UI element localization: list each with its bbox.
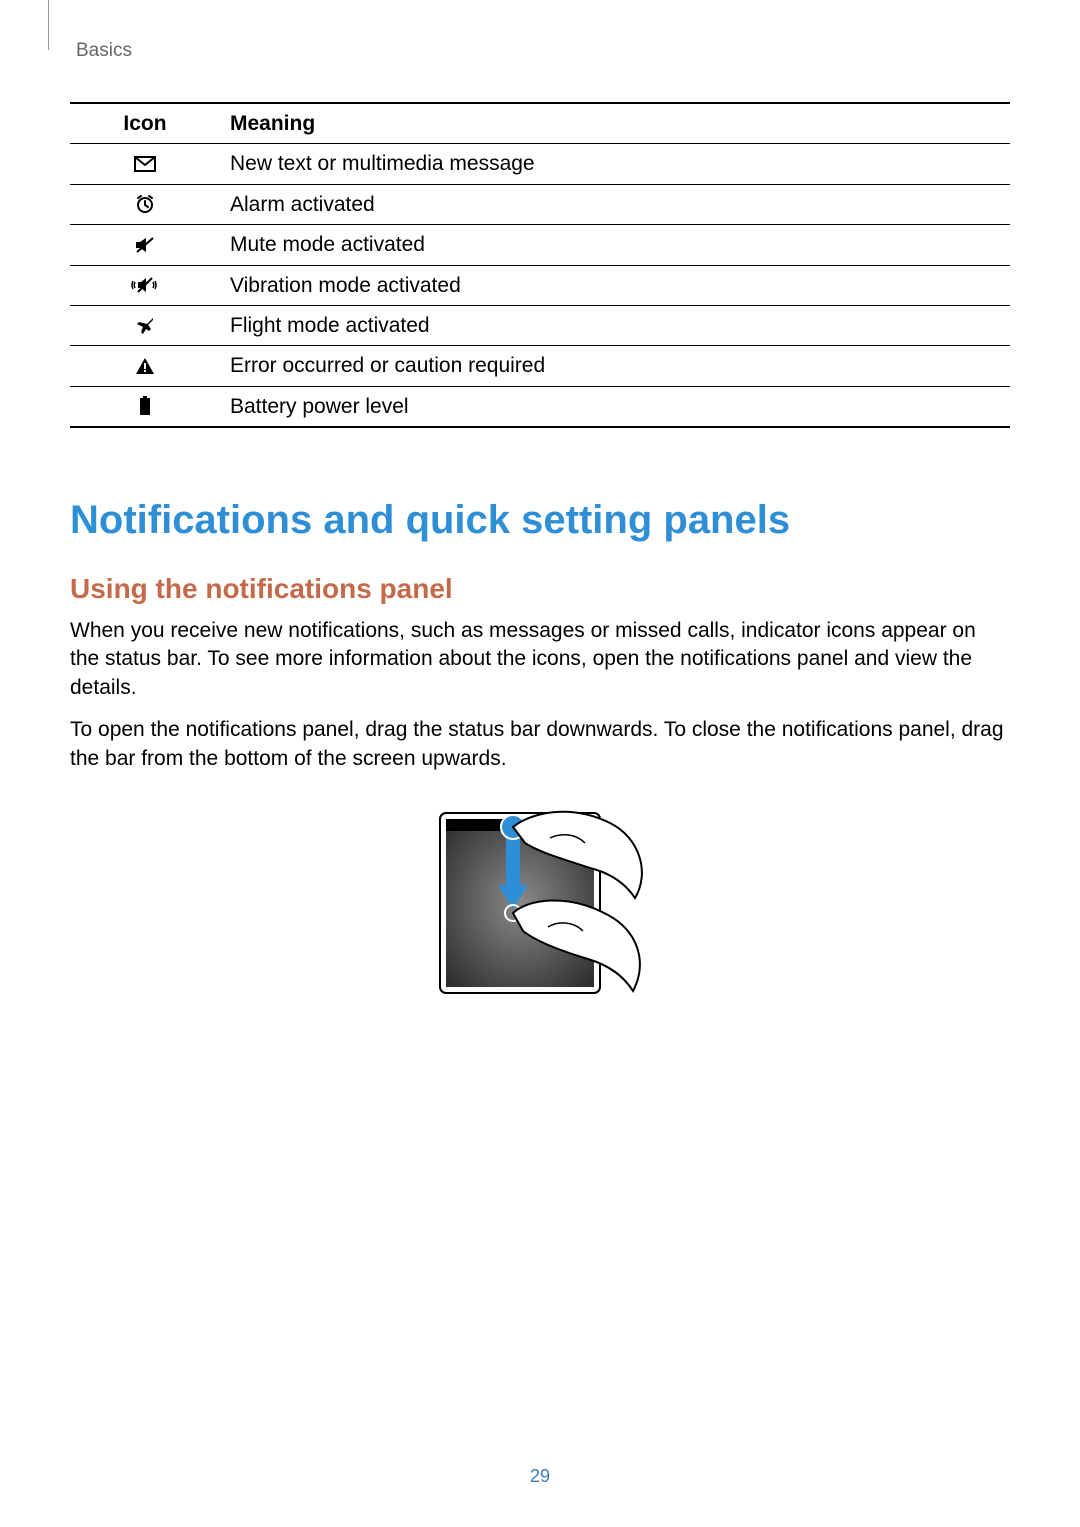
- meaning-cell: Battery power level: [220, 386, 1010, 427]
- page-number: 29: [0, 1466, 1080, 1487]
- page-top-mark: [48, 0, 49, 50]
- running-header: Basics: [76, 40, 1010, 62]
- meaning-cell: Flight mode activated: [220, 305, 1010, 345]
- meaning-cell: New text or multimedia message: [220, 144, 1010, 184]
- icon-meaning-table: Icon Meaning New text or multimedia mess…: [70, 102, 1010, 428]
- table-row: Mute mode activated: [70, 225, 1010, 265]
- table-row: New text or multimedia message: [70, 144, 1010, 184]
- table-row: Flight mode activated: [70, 305, 1010, 345]
- swipe-down-illustration: 10:00: [410, 803, 670, 1008]
- meaning-cell: Mute mode activated: [220, 225, 1010, 265]
- message-icon: [70, 144, 220, 184]
- meaning-cell: Error occurred or caution required: [220, 346, 1010, 386]
- alarm-icon: [70, 184, 220, 224]
- table-row: Vibration mode activated: [70, 265, 1010, 305]
- mute-icon: [70, 225, 220, 265]
- sub-section-title: Using the notifications panel: [70, 573, 1010, 605]
- body-paragraph: When you receive new notifications, such…: [70, 617, 1010, 702]
- vibrate-icon: [70, 265, 220, 305]
- table-header-row: Icon Meaning: [70, 103, 1010, 144]
- meaning-cell: Vibration mode activated: [220, 265, 1010, 305]
- col-header-meaning: Meaning: [220, 103, 1010, 144]
- table-row: Error occurred or caution required: [70, 346, 1010, 386]
- meaning-cell: Alarm activated: [220, 184, 1010, 224]
- table-row: Battery power level: [70, 386, 1010, 427]
- body-paragraph: To open the notifications panel, drag th…: [70, 716, 1010, 773]
- col-header-icon: Icon: [70, 103, 220, 144]
- airplane-icon: [70, 305, 220, 345]
- battery-icon: [70, 386, 220, 427]
- section-title: Notifications and quick setting panels: [70, 498, 1010, 543]
- warning-icon: [70, 346, 220, 386]
- table-row: Alarm activated: [70, 184, 1010, 224]
